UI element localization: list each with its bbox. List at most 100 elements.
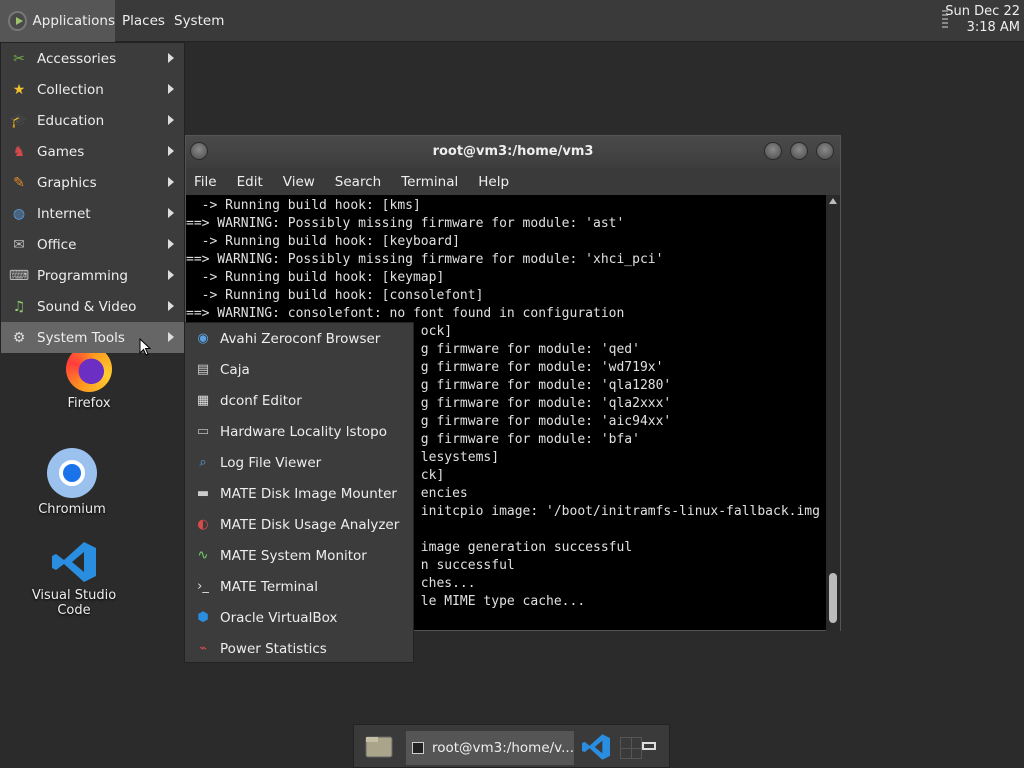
applications-menu-button[interactable]: Applications [0, 0, 115, 42]
submenu-item-label: Power Statistics [220, 640, 327, 657]
menu-edit[interactable]: Edit [237, 174, 263, 190]
desktop-icon-vscode[interactable]: Visual Studio Code [14, 540, 134, 618]
close-button[interactable] [816, 142, 834, 160]
show-desktop-button[interactable] [642, 742, 656, 750]
submenu-item-hardware-locality-lstopo[interactable]: ▭ Hardware Locality lstopo [185, 416, 413, 447]
system-tools-submenu: ◉ Avahi Zeroconf Browser ▤ Caja ▦ dconf Edito… [184, 322, 414, 663]
submenu-item-caja[interactable]: ▤ Caja [185, 354, 413, 385]
taskbar-task-label: root@vm3:/home/v... [431, 740, 574, 756]
terminal-title: root@vm3:/home/vm3 [432, 144, 594, 159]
submenu-item-mate-system-monitor[interactable]: ∿ MATE System Monitor [185, 540, 413, 571]
submenu-item-label: Log File Viewer [220, 454, 322, 471]
terminal-line: -> Running build hook: [consolefont] [186, 288, 484, 303]
submenu-arrow-icon [168, 332, 174, 342]
vscode-launcher[interactable] [580, 733, 612, 761]
submenu-item-label: Hardware Locality lstopo [220, 423, 387, 440]
terminal-line: -> Running build hook: [keymap] [186, 270, 445, 285]
desktop-icon-label: Visual Studio Code [31, 588, 117, 618]
top-panel: Applications Places System Sun Dec 22 3:… [0, 0, 1024, 42]
menu-item-label: Internet [37, 205, 91, 222]
menu-item-label: Collection [37, 81, 104, 98]
menu-item-internet[interactable]: ◍ Internet [1, 198, 184, 229]
clock[interactable]: Sun Dec 22 3:18 AM [945, 4, 1020, 36]
menu-terminal[interactable]: Terminal [401, 174, 458, 190]
terminal-line: ==> WARNING: Possibly missing firmware f… [186, 252, 664, 267]
virtualbox-icon: ⬢ [197, 610, 209, 625]
submenu-arrow-icon [168, 84, 174, 94]
terminal-titlebar[interactable]: root@vm3:/home/vm3 [186, 136, 840, 168]
menu-item-accessories[interactable]: ✂ Accessories [1, 43, 184, 74]
star-icon: ★ [12, 81, 26, 98]
window-menu-icon[interactable] [190, 142, 208, 160]
file-manager-launcher[interactable] [362, 733, 396, 761]
log-viewer-icon: ⌕ [199, 455, 207, 470]
submenu-item-label: Avahi Zeroconf Browser [220, 330, 381, 347]
submenu-item-label: Oracle VirtualBox [220, 609, 338, 626]
caja-icon: ▤ [196, 362, 210, 377]
menu-item-games[interactable]: ♞ Games [1, 136, 184, 167]
menu-item-graphics[interactable]: ✎ Graphics [1, 167, 184, 198]
terminal-scrollbar[interactable] [826, 195, 840, 631]
menu-item-label: Programming [37, 267, 128, 284]
menu-item-label: System Tools [37, 329, 125, 346]
system-menu-button[interactable]: System [174, 0, 224, 42]
submenu-item-mate-disk-usage-analyzer[interactable]: ◐ MATE Disk Usage Analyzer [185, 509, 413, 540]
submenu-item-mate-disk-image-mounter[interactable]: ▬ MATE Disk Image Mounter [185, 478, 413, 509]
menu-search[interactable]: Search [335, 174, 381, 190]
menu-item-label: Accessories [37, 50, 117, 67]
hardware-icon: ▭ [196, 424, 210, 439]
menu-item-label: Office [37, 236, 77, 253]
submenu-arrow-icon [168, 53, 174, 63]
maximize-button[interactable] [790, 142, 808, 160]
menu-item-system-tools[interactable]: ⚙ System Tools [1, 322, 184, 353]
scroll-up-arrow-icon[interactable] [829, 198, 837, 204]
clock-date: Sun Dec 22 [945, 4, 1020, 19]
system-monitor-icon: ∿ [197, 548, 209, 563]
terminal-icon: ›_ [197, 579, 209, 594]
avahi-icon: ◉ [197, 331, 209, 346]
menu-item-office[interactable]: ✉ Office [1, 229, 184, 260]
globe-icon: ◍ [12, 205, 26, 222]
menu-item-education[interactable]: 🎓 Education [1, 105, 184, 136]
terminal-line: ==> WARNING: consolefont: no font found … [186, 306, 625, 321]
accessories-icon: ✂ [13, 50, 25, 67]
submenu-arrow-icon [168, 270, 174, 280]
menu-help[interactable]: Help [478, 174, 509, 190]
places-menu-button[interactable]: Places [122, 0, 165, 42]
terminal-icon [412, 742, 424, 754]
applications-label: Applications [32, 13, 115, 29]
desktop-icon-label: Chromium [38, 502, 106, 517]
submenu-item-mate-terminal[interactable]: ›_ MATE Terminal [185, 571, 413, 602]
desktop-icon-firefox[interactable]: Firefox [49, 346, 129, 411]
gear-icon: ⚙ [12, 329, 26, 346]
disk-usage-icon: ◐ [197, 517, 209, 532]
scrollbar-thumb[interactable] [829, 573, 837, 623]
menu-item-label: Games [37, 143, 85, 160]
submenu-item-log-file-viewer[interactable]: ⌕ Log File Viewer [185, 447, 413, 478]
submenu-item-oracle-virtualbox[interactable]: ⬢ Oracle VirtualBox [185, 602, 413, 633]
menu-item-programming[interactable]: ⌨ Programming [1, 260, 184, 291]
submenu-arrow-icon [168, 208, 174, 218]
menu-item-label: Education [37, 112, 105, 129]
submenu-item-dconf-editor[interactable]: ▦ dconf Editor [185, 385, 413, 416]
applications-menu: ✂ Accessories ★ Collection 🎓 Education ♞ Games ✎… [0, 42, 185, 353]
menu-item-collection[interactable]: ★ Collection [1, 74, 184, 105]
menu-item-sound-video[interactable]: ♫ Sound & Video [1, 291, 184, 322]
sound-video-icon: ♫ [12, 298, 26, 315]
menu-view[interactable]: View [283, 174, 315, 190]
minimize-button[interactable] [764, 142, 782, 160]
submenu-item-avahi-zeroconf-browser[interactable]: ◉ Avahi Zeroconf Browser [185, 323, 413, 354]
menu-file[interactable]: File [194, 174, 217, 190]
vscode-icon [50, 540, 98, 584]
games-icon: ♞ [12, 143, 26, 160]
taskbar-terminal-task[interactable]: root@vm3:/home/v... [406, 731, 574, 765]
workspace-switcher[interactable] [620, 737, 642, 759]
applications-icon [8, 11, 27, 31]
submenu-item-label: MATE System Monitor [220, 547, 367, 564]
submenu-item-label: MATE Terminal [220, 578, 318, 595]
disk-mounter-icon: ▬ [196, 486, 210, 501]
desktop-icon-chromium[interactable]: Chromium [32, 448, 112, 517]
submenu-item-power-statistics[interactable]: ⌁ Power Statistics [185, 633, 413, 664]
power-stats-icon: ⌁ [199, 641, 207, 656]
submenu-item-label: Caja [220, 361, 250, 378]
